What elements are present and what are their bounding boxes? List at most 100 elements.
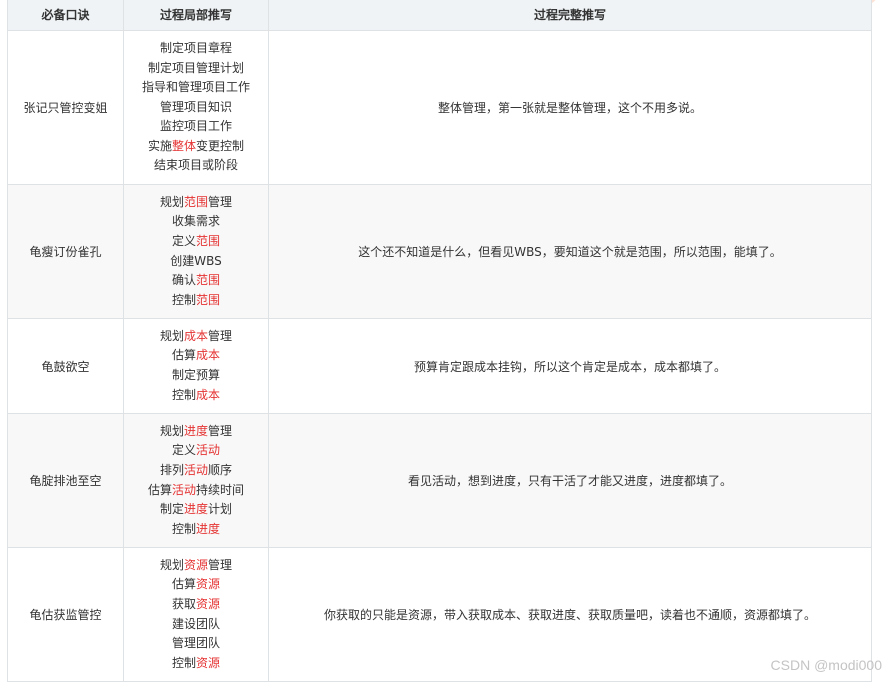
process-text: 获取 — [171, 596, 196, 611]
process-keyword-highlight: 活动 — [171, 482, 196, 497]
header-partial-process: 过程局部推写 — [123, 0, 269, 31]
process-text: 规划 — [159, 557, 184, 572]
process-list-cell: 规划范围管理 收集需求 定义范围 创建WBS 确认范围 控制范围 — [123, 184, 269, 319]
process-item: 指导和管理项目工作 — [128, 78, 264, 98]
mnemonic-cell: 龟腚排池至空 — [7, 413, 124, 548]
process-keyword-highlight: 资源 — [183, 557, 208, 572]
process-item: 制定项目管理计划 — [128, 59, 264, 79]
process-text: 定义 — [171, 233, 196, 248]
process-item: 控制范围 — [128, 291, 264, 311]
process-item: 控制进度 — [128, 520, 264, 540]
table-row-cost: 龟鼓欲空 规划成本管理 估算成本 制定预算 控制成本 预算肯定跟成本挂钩，所以这个肯定… — [7, 318, 872, 414]
process-keyword-highlight: 资源 — [196, 577, 221, 592]
process-item: 控制资源 — [128, 654, 264, 674]
process-item: 制定预算 — [128, 366, 264, 386]
process-text: 管理 — [208, 423, 233, 438]
process-text: 管理 — [208, 328, 233, 343]
process-text: 管理 — [208, 557, 233, 572]
process-text: 规划 — [159, 328, 184, 343]
process-keyword-highlight: 进度 — [183, 502, 208, 517]
process-item: 估算成本 — [128, 346, 264, 366]
process-item: 监控项目工作 — [128, 117, 264, 137]
header-full-process: 过程完整推写 — [268, 0, 872, 31]
process-text: 控制 — [171, 655, 196, 670]
process-item: 定义范围 — [128, 232, 264, 252]
process-text: 估算 — [171, 577, 196, 592]
process-text: 制定项目管理计划 — [147, 60, 244, 75]
table-row-resource: 龟估获监管控 规划资源管理 估算资源 获取资源 建设团队 管理团队 控制资源 你获取的只能… — [7, 547, 872, 682]
process-item: 估算活动持续时间 — [128, 481, 264, 501]
process-keyword-highlight: 范围 — [196, 233, 221, 248]
process-list-cell: 规划资源管理 估算资源 获取资源 建设团队 管理团队 控制资源 — [123, 547, 269, 682]
process-keyword-highlight: 活动 — [196, 443, 221, 458]
explanation-cell: 看见活动，想到进度，只有干活了才能又进度，进度都填了。 — [268, 413, 872, 548]
process-keyword-highlight: 范围 — [196, 273, 221, 288]
process-item: 制定进度计划 — [128, 500, 264, 520]
explanation-cell: 这个还不知道是什么，但看见WBS，要知道这个就是范围，所以范围，能填了。 — [268, 184, 872, 319]
process-item: 创建WBS — [128, 252, 264, 272]
process-text: 规划 — [159, 194, 184, 209]
process-text: 管理项目知识 — [159, 99, 232, 114]
process-text: 控制 — [171, 387, 196, 402]
process-keyword-highlight: 范围 — [183, 194, 208, 209]
process-item: 规划进度管理 — [128, 422, 264, 442]
process-item: 实施整体变更控制 — [128, 137, 264, 157]
process-text: 管理 — [208, 194, 233, 209]
process-text: 规划 — [159, 423, 184, 438]
process-keyword-highlight: 进度 — [196, 521, 221, 536]
explanation-cell: 整体管理，第一张就是整体管理，这个不用多说。 — [268, 30, 872, 185]
process-keyword-highlight: 成本 — [183, 328, 208, 343]
process-item: 估算资源 — [128, 575, 264, 595]
process-keyword-highlight: 活动 — [183, 462, 208, 477]
process-keyword-highlight: 进度 — [183, 423, 208, 438]
explanation-cell: 预算肯定跟成本挂钩，所以这个肯定是成本，成本都填了。 — [268, 318, 872, 414]
process-text: 确认 — [171, 273, 196, 288]
table-row-schedule: 龟腚排池至空 规划进度管理 定义活动 排列活动顺序 估算活动持续时间 制定进度计划 控制进… — [7, 413, 872, 548]
process-item: 规划范围管理 — [128, 193, 264, 213]
csdn-watermark: CSDN @modi000 — [770, 657, 882, 673]
process-item: 制定项目章程 — [128, 39, 264, 59]
process-text: 指导和管理项目工作 — [141, 80, 250, 95]
process-keyword-highlight: 资源 — [196, 655, 221, 670]
process-list-cell: 制定项目章程 制定项目管理计划 指导和管理项目工作 管理项目知识 监控项目工作实施整体变… — [123, 30, 269, 185]
process-text: 估算 — [171, 348, 196, 363]
process-text: 建设团队 — [171, 616, 220, 631]
process-list-cell: 规划进度管理 定义活动 排列活动顺序 估算活动持续时间 制定进度计划 控制进度 — [123, 413, 269, 548]
process-item: 管理团队 — [128, 634, 264, 654]
process-keyword-highlight: 整体 — [171, 138, 196, 153]
process-text: 监控项目工作 — [159, 119, 232, 134]
process-table: 必备口诀 过程局部推写 过程完整推写 张记只管控变姐 制定项目章程 制定项目管理计… — [7, 0, 872, 682]
process-text: 持续时间 — [196, 482, 245, 497]
process-item: 收集需求 — [128, 212, 264, 232]
process-item: 排列活动顺序 — [128, 461, 264, 481]
header-mnemonic: 必备口诀 — [7, 0, 124, 31]
process-text: 变更控制 — [196, 138, 245, 153]
process-item: 管理项目知识 — [128, 98, 264, 118]
process-text: 结束项目或阶段 — [153, 158, 238, 173]
mnemonic-cell: 龟鼓欲空 — [7, 318, 124, 414]
table-header-row: 必备口诀 过程局部推写 过程完整推写 — [7, 0, 872, 31]
process-text: 定义 — [171, 443, 196, 458]
process-text: 收集需求 — [171, 214, 220, 229]
process-text: 控制 — [171, 521, 196, 536]
process-item: 规划资源管理 — [128, 556, 264, 576]
mnemonic-cell: 张记只管控变姐 — [7, 30, 124, 185]
process-keyword-highlight: 范围 — [196, 292, 221, 307]
process-text: 控制 — [171, 292, 196, 307]
process-item: 建设团队 — [128, 615, 264, 635]
process-text: 创建WBS — [170, 253, 222, 268]
process-text: 计划 — [208, 502, 233, 517]
mnemonic-cell: 龟估获监管控 — [7, 547, 124, 682]
process-keyword-highlight: 成本 — [196, 348, 221, 363]
process-item: 规划成本管理 — [128, 327, 264, 347]
process-item: 确认范围 — [128, 271, 264, 291]
process-text: 制定 — [159, 502, 184, 517]
process-item: 定义活动 — [128, 441, 264, 461]
table-row-integration: 张记只管控变姐 制定项目章程 制定项目管理计划 指导和管理项目工作 管理项目知识 监控项… — [7, 30, 872, 185]
mnemonic-cell: 龟瘦订份雀孔 — [7, 184, 124, 319]
process-item: 控制成本 — [128, 386, 264, 406]
process-text: 实施 — [147, 138, 172, 153]
process-text: 顺序 — [208, 462, 233, 477]
process-text: 排列 — [159, 462, 184, 477]
process-text: 估算 — [147, 482, 172, 497]
